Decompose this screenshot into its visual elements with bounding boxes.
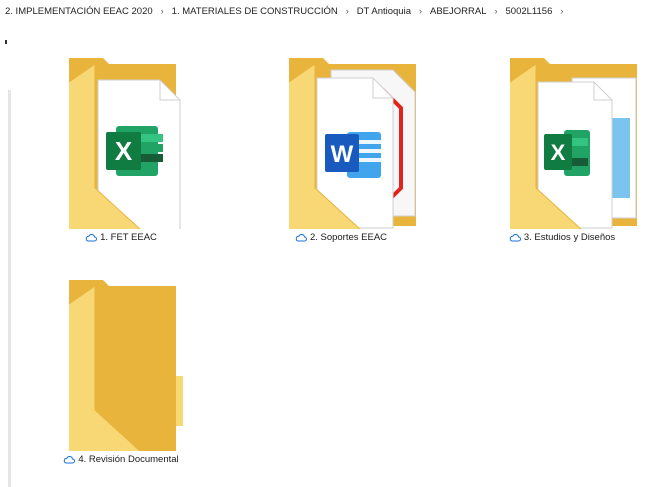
folder-item-estudios-y-disenos[interactable]: X 3. Estudios y Diseños (472, 54, 652, 254)
folder-icon (31, 276, 211, 451)
cloud-icon (85, 234, 98, 242)
navigation-pane-edge (0, 32, 11, 487)
folder-label[interactable]: 1. FET EEAC (31, 232, 211, 243)
folder-item-revision-documental[interactable]: 4. Revisión Documental (31, 276, 211, 476)
folder-name: 1. FET EEAC (100, 232, 157, 243)
folder-icon: W (251, 54, 431, 229)
folder-name: 2. Soportes EEAC (309, 232, 388, 243)
scrollbar-track[interactable] (8, 90, 11, 487)
cloud-icon (64, 456, 76, 464)
folder-item-soportes-eeac[interactable]: W 2. Soportes EEAC (251, 54, 431, 254)
folder-label[interactable]: 4. Revisión Documental (31, 454, 211, 465)
breadcrumb: 2. IMPLEMENTACIÓN EEAC 2020 › 1. MATERIA… (0, 0, 663, 22)
breadcrumb-item-materiales[interactable]: 1. MATERIALES DE CONSTRUCCIÓN (170, 6, 340, 17)
chevron-right-icon[interactable]: › (489, 6, 504, 16)
breadcrumb-item-abejorral[interactable]: ABEJORRAL (428, 6, 489, 17)
folder-item-fet-eeac[interactable]: X 1. FET EEAC (31, 54, 211, 254)
folder-name: 4. Revisión Documental (78, 454, 179, 465)
svg-text:X: X (115, 136, 133, 166)
breadcrumb-item-dt-antioquia[interactable]: DT Antioquia (355, 6, 413, 17)
breadcrumb-item-5002l1156[interactable]: 5002L1156 (504, 6, 555, 17)
scroll-indicator (5, 40, 7, 44)
breadcrumb-item-implementacion[interactable]: 2. IMPLEMENTACIÓN EEAC 2020 (3, 6, 155, 17)
folder-label[interactable]: 3. Estudios y Diseños (472, 232, 652, 243)
cloud-icon (509, 234, 521, 242)
cloud-icon (295, 234, 307, 242)
folder-name: 3. Estudios y Diseños (523, 232, 616, 243)
svg-text:X: X (551, 140, 566, 165)
folder-icon: X (31, 54, 211, 229)
chevron-right-icon[interactable]: › (554, 6, 569, 16)
chevron-right-icon[interactable]: › (155, 6, 170, 16)
chevron-right-icon[interactable]: › (413, 6, 428, 16)
folder-label[interactable]: 2. Soportes EEAC (251, 232, 431, 243)
folder-icon: X (472, 54, 652, 229)
chevron-right-icon[interactable]: › (340, 6, 355, 16)
svg-text:W: W (331, 141, 354, 168)
